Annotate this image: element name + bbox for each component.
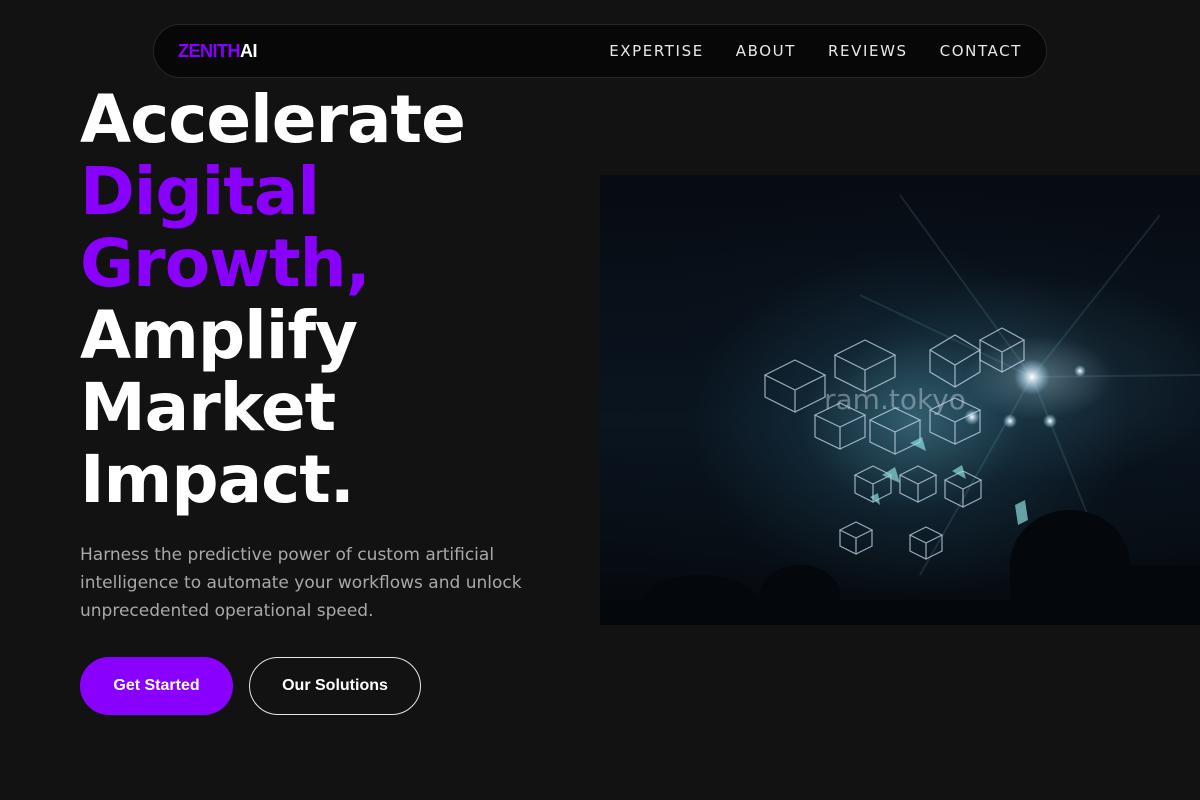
get-started-button[interactable]: Get Started: [80, 657, 233, 715]
our-solutions-button[interactable]: Our Solutions: [249, 657, 421, 715]
hero-title-line: Amplify: [80, 297, 358, 374]
hero-title-line: Market: [80, 369, 336, 446]
hero-title-line: Impact.: [80, 441, 355, 518]
hero-title-line: Accelerate: [80, 81, 466, 158]
top-navbar: ZENITH AI EXPERTISE ABOUT REVIEWS CONTAC…: [153, 24, 1047, 78]
hero-title: Accelerate Digital Growth, Amplify Marke…: [80, 84, 600, 516]
nav-link-expertise[interactable]: EXPERTISE: [609, 42, 704, 60]
brand-logo[interactable]: ZENITH AI: [178, 40, 258, 62]
logo-text-primary: ZENITH: [178, 40, 241, 61]
hero-title-line-accent: Digital: [80, 153, 320, 230]
image-watermark: ram.tokyo: [824, 383, 966, 416]
hero-image: ram.tokyo: [600, 175, 1200, 625]
nav-link-about[interactable]: ABOUT: [736, 42, 796, 60]
hero-subtitle: Harness the predictive power of custom a…: [80, 545, 522, 621]
nav-link-contact[interactable]: CONTACT: [940, 42, 1022, 60]
hero-title-line-accent: Growth,: [80, 225, 371, 302]
logo-text-secondary: AI: [240, 40, 258, 61]
nav-links: EXPERTISE ABOUT REVIEWS CONTACT: [577, 42, 1022, 60]
nav-link-reviews[interactable]: REVIEWS: [828, 42, 908, 60]
